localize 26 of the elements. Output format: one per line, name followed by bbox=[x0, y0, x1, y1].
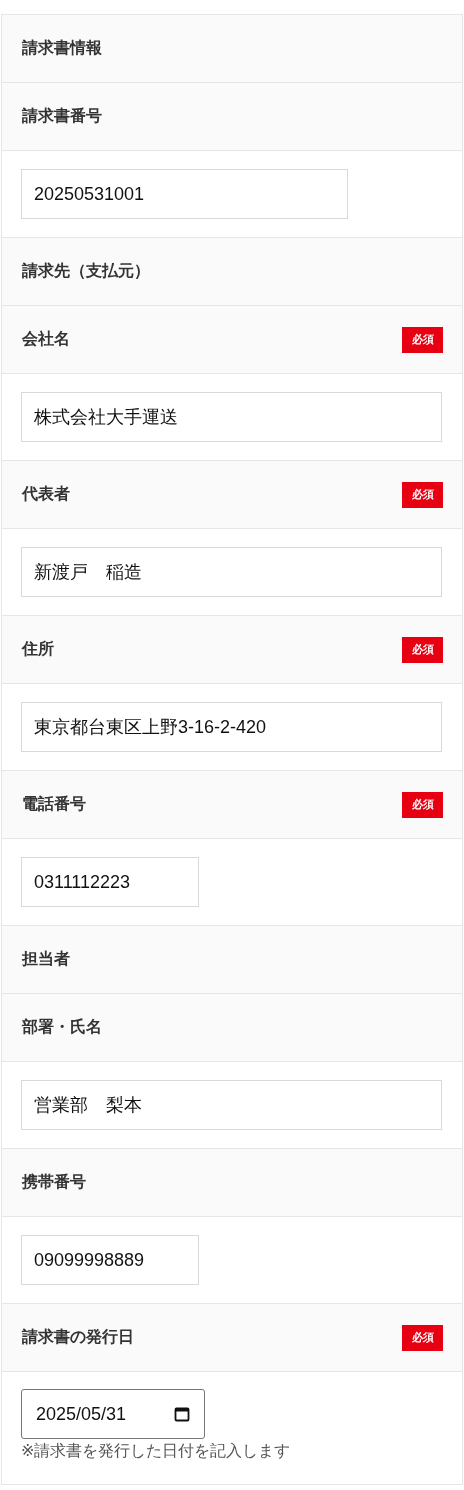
required-badge: 必須 bbox=[402, 1324, 443, 1351]
field-label: 請求書の発行日 bbox=[22, 1327, 134, 1347]
section-title: 請求先（支払元） bbox=[22, 261, 150, 281]
input-field[interactable]: 09099998889 bbox=[21, 1235, 199, 1285]
field-label: 会社名 bbox=[22, 329, 70, 349]
field-label: 代表者 bbox=[22, 484, 70, 504]
input-field[interactable]: 0311112223 bbox=[21, 857, 199, 907]
input-field[interactable]: 20250531001 bbox=[21, 169, 348, 219]
input-field[interactable]: 東京都台東区上野3-16-2-420 bbox=[21, 702, 442, 752]
required-badge: 必須 bbox=[402, 636, 443, 663]
required-badge: 必須 bbox=[402, 791, 443, 818]
field-label: 電話番号 bbox=[22, 794, 86, 814]
field-label: 請求書番号 bbox=[22, 106, 102, 126]
field-label: 住所 bbox=[22, 639, 54, 659]
field-label: 携帯番号 bbox=[22, 1172, 86, 1192]
calendar-icon[interactable] bbox=[174, 1406, 190, 1422]
section-title: 担当者 bbox=[22, 949, 70, 969]
required-badge: 必須 bbox=[402, 481, 443, 508]
hint-text: ※請求書を発行した日付を記入します bbox=[21, 1441, 292, 1461]
input-field[interactable]: 新渡戸 稲造 bbox=[21, 547, 442, 597]
required-badge: 必須 bbox=[402, 326, 443, 353]
section-title: 請求書情報 bbox=[22, 38, 102, 58]
date-field[interactable]: 2025/05/31 bbox=[21, 1389, 205, 1439]
input-field[interactable]: 営業部 梨本 bbox=[21, 1080, 442, 1130]
input-field[interactable]: 株式会社大手運送 bbox=[21, 392, 442, 442]
field-label: 部署・氏名 bbox=[22, 1017, 102, 1037]
